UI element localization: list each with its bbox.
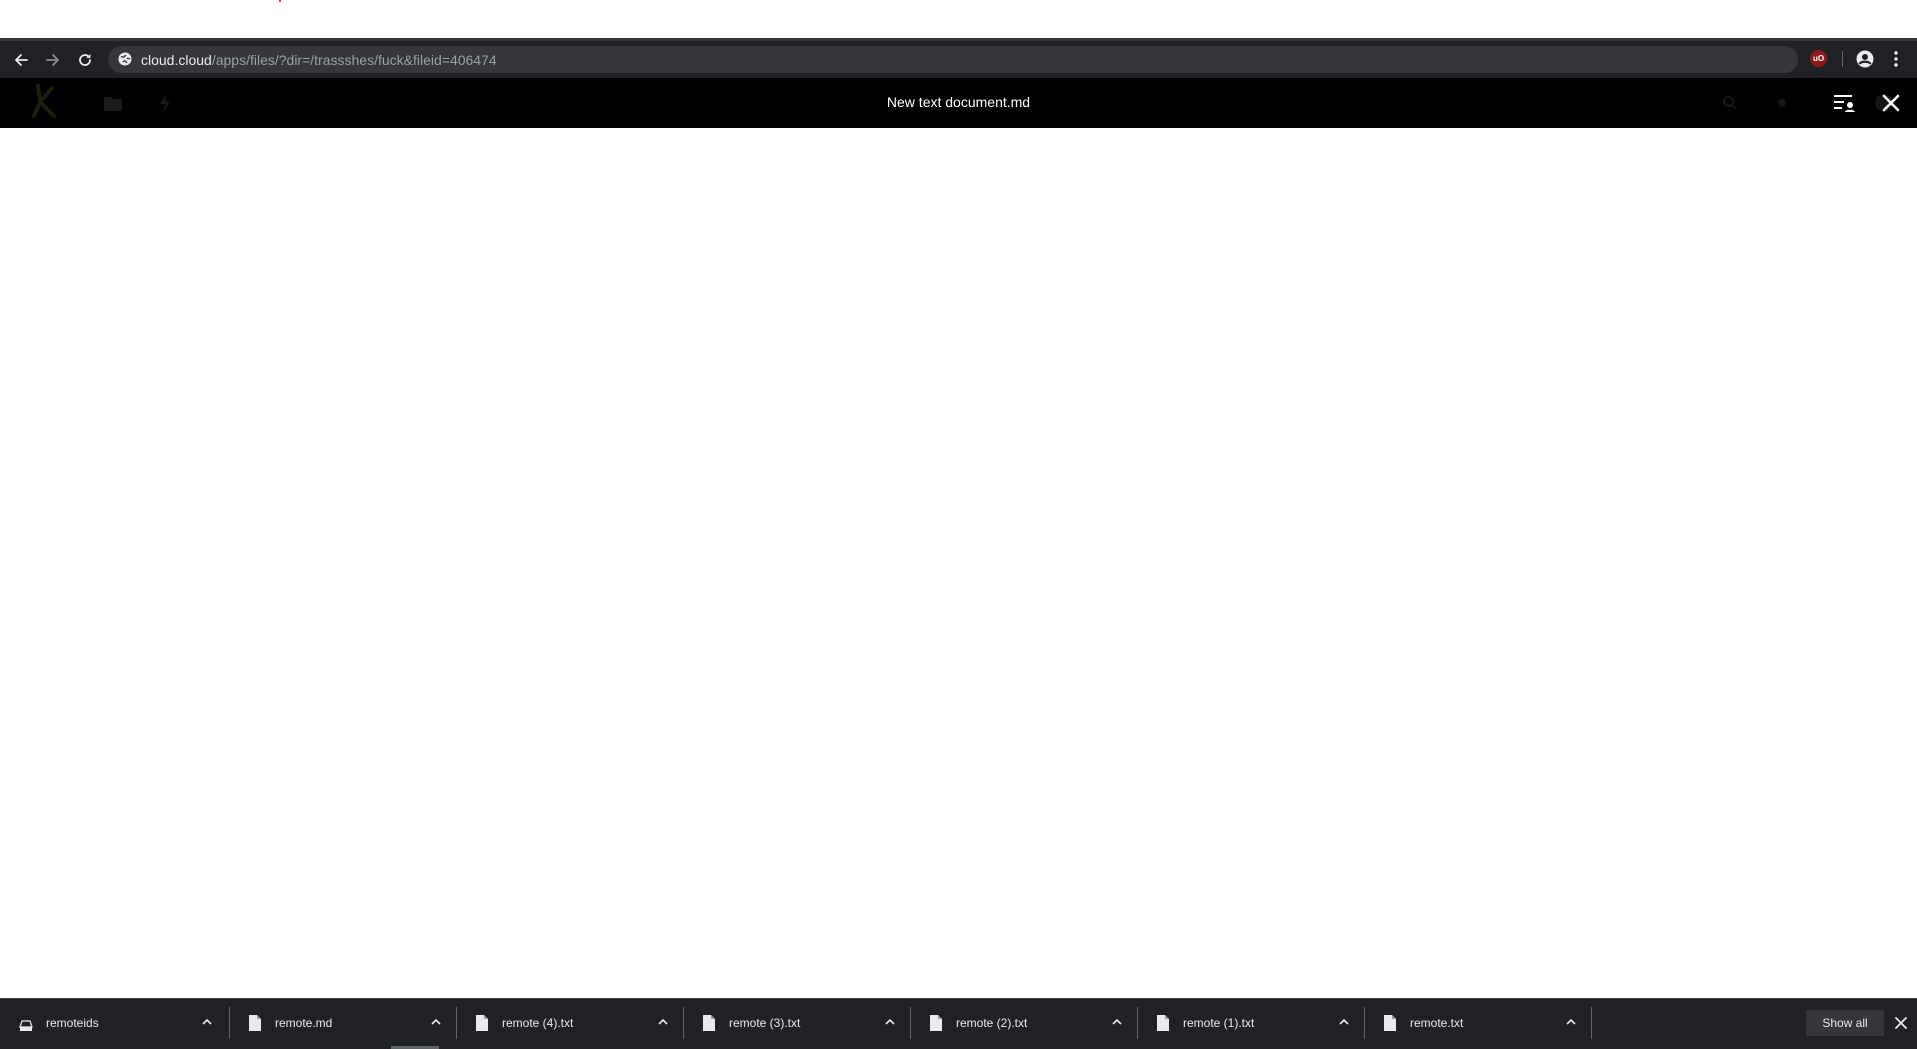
close-icon[interactable]: [1882, 94, 1900, 112]
file-icon: [1157, 1015, 1169, 1031]
tab-strip-edge: [0, 38, 1917, 41]
account-circle-icon[interactable]: [1855, 49, 1875, 69]
forward-button[interactable]: [40, 47, 66, 73]
download-divider: [229, 1007, 230, 1039]
download-item[interactable]: remote (3).txt: [686, 1004, 912, 1042]
file-icon: [476, 1015, 488, 1031]
document-title: New text document.md: [886, 94, 1031, 110]
chevron-up-icon[interactable]: [1110, 1015, 1124, 1029]
file-icon: [930, 1015, 942, 1031]
drive-icon: [19, 1020, 33, 1031]
show-all-button[interactable]: Show all: [1806, 1010, 1884, 1036]
back-button[interactable]: [8, 47, 34, 73]
download-item[interactable]: remote (2).txt: [913, 1004, 1139, 1042]
chevron-up-icon[interactable]: [200, 1015, 214, 1029]
download-item[interactable]: remoteids: [3, 1004, 229, 1042]
url-path: /apps/files/?dir=/trassshes/fuck&fileid=…: [211, 52, 497, 68]
url-text[interactable]: cloud.cloud/apps/files/?dir=/trassshes/f…: [141, 50, 497, 70]
download-divider: [1137, 1007, 1138, 1039]
chevron-up-icon[interactable]: [1564, 1015, 1578, 1029]
download-divider: [910, 1007, 911, 1039]
url-host: cloud.cloud: [141, 52, 212, 68]
download-name: remote (1).txt: [1183, 1016, 1255, 1030]
download-divider: [1591, 1007, 1592, 1039]
download-name: remote (2).txt: [956, 1016, 1028, 1030]
more-vert-icon[interactable]: [1890, 49, 1902, 69]
arrow-left-icon: [15, 54, 28, 66]
stray-red-dot: [279, 0, 281, 2]
sidebar-toggle-icon[interactable]: [1832, 92, 1856, 114]
chevron-up-icon[interactable]: [429, 1015, 443, 1029]
toolbar-divider: [1842, 51, 1843, 67]
reload-button[interactable]: [72, 47, 98, 73]
chevron-up-icon[interactable]: [883, 1015, 897, 1029]
download-item[interactable]: remote.md: [232, 1004, 458, 1042]
window-top-strip: [0, 0, 1917, 38]
download-item[interactable]: remote (1).txt: [1140, 1004, 1366, 1042]
download-name: remote (3).txt: [729, 1016, 801, 1030]
file-icon: [703, 1015, 715, 1031]
download-item[interactable]: remote (4).txt: [459, 1004, 685, 1042]
download-divider: [683, 1007, 684, 1039]
download-name: remote (4).txt: [502, 1016, 574, 1030]
download-name: remoteids: [46, 1016, 99, 1030]
file-icon: [249, 1015, 261, 1031]
download-divider: [456, 1007, 457, 1039]
extension-icon[interactable]: uO: [1810, 50, 1827, 67]
file-icon: [1384, 1015, 1396, 1031]
download-item[interactable]: remote.txt: [1367, 1004, 1593, 1042]
arrow-right-icon: [46, 54, 59, 66]
globe-icon[interactable]: [117, 51, 133, 67]
reload-icon: [79, 54, 91, 66]
chevron-up-icon[interactable]: [656, 1015, 670, 1029]
document-content[interactable]: [0, 128, 1917, 998]
download-name: remote.md: [275, 1016, 333, 1030]
chevron-up-icon[interactable]: [1337, 1015, 1351, 1029]
download-divider: [1364, 1007, 1365, 1039]
download-name: remote.txt: [1410, 1016, 1464, 1030]
close-icon[interactable]: [1894, 1016, 1908, 1030]
